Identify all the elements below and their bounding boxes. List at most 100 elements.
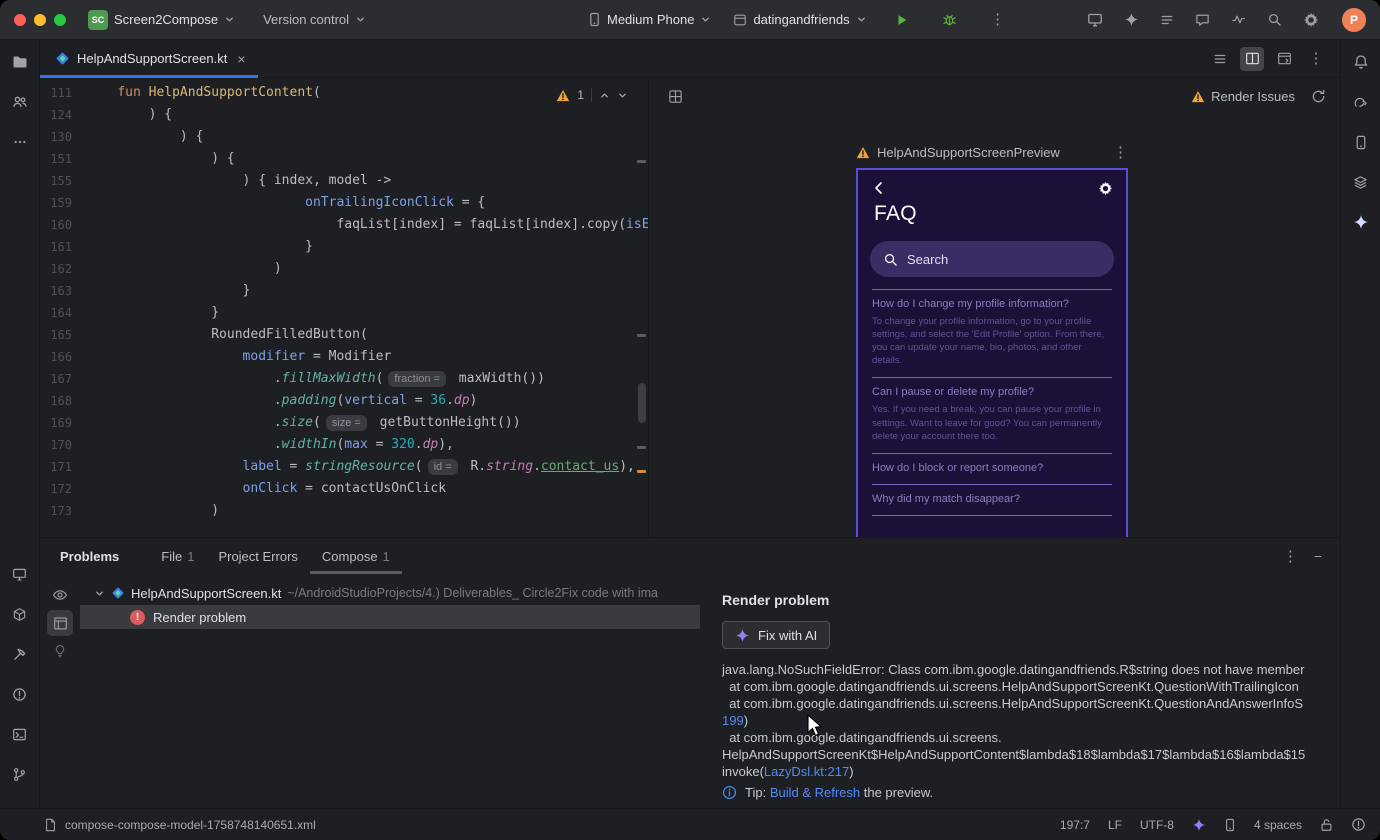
code-line[interactable]: 169 .size(size = getButtonHeight()): [40, 412, 648, 434]
hide-panel-icon[interactable]: −: [1314, 549, 1322, 563]
more-tool-windows-icon[interactable]: [6, 128, 34, 156]
chevron-down-icon[interactable]: [94, 588, 105, 599]
stack-trace-link[interactable]: LazyDsl.kt:217: [764, 764, 849, 779]
run-configuration-selector[interactable]: datingandfriends: [733, 12, 866, 27]
quick-fix-bulb-icon[interactable]: [47, 638, 73, 664]
preview-grid-icon[interactable]: [663, 84, 687, 108]
dependencies-icon[interactable]: [6, 600, 34, 628]
code-line[interactable]: 170 .widthIn(max = 320.dp),: [40, 434, 648, 456]
preview-eye-icon[interactable]: [47, 582, 73, 608]
preview-kebab-icon[interactable]: ⋮: [1113, 145, 1128, 160]
code-line[interactable]: 165 RoundedFilledButton(: [40, 324, 648, 346]
user-avatar[interactable]: P: [1342, 7, 1366, 32]
stack-trace-link[interactable]: 199: [722, 713, 744, 728]
faq-item[interactable]: How do I block or report someone?: [872, 452, 1112, 484]
line-separator[interactable]: LF: [1108, 818, 1122, 832]
settings-gear-icon[interactable]: [1098, 181, 1113, 196]
tree-problem-row[interactable]: ! Render problem: [80, 605, 700, 629]
code-editor[interactable]: 1 111 fun HelpAndSupportContent(124 ) {1…: [40, 78, 648, 537]
code-line[interactable]: 159 onTrailingIconClick = {: [40, 192, 648, 214]
file-list-icon[interactable]: [1208, 47, 1232, 71]
build-icon[interactable]: [6, 640, 34, 668]
run-button[interactable]: [889, 7, 915, 33]
tab-project-errors[interactable]: Project Errors: [206, 538, 309, 574]
code-line[interactable]: 167 .fillMaxWidth(fraction = maxWidth()): [40, 368, 648, 390]
maximize-window-button[interactable]: [54, 13, 66, 26]
more-actions-button[interactable]: ⋮: [985, 7, 1011, 33]
search-everywhere-icon[interactable]: [1267, 12, 1282, 27]
prev-problem-icon[interactable]: [599, 90, 610, 101]
gemini-star-icon[interactable]: [1347, 208, 1375, 236]
code-line[interactable]: 161 }: [40, 236, 648, 258]
running-devices-tool-icon[interactable]: [6, 560, 34, 588]
project-folder-icon[interactable]: [6, 48, 34, 76]
app-insights-icon[interactable]: [1195, 12, 1210, 27]
project-selector[interactable]: SC Screen2Compose: [88, 9, 235, 30]
users-icon[interactable]: [6, 88, 34, 116]
device-manager-icon[interactable]: [1347, 128, 1375, 156]
gradle-icon[interactable]: [1347, 88, 1375, 116]
code-line[interactable]: 163 }: [40, 280, 648, 302]
device-selector[interactable]: Medium Phone: [588, 12, 711, 27]
notifications-bell-icon[interactable]: [1347, 48, 1375, 76]
status-file-widget[interactable]: compose-compose-model-1758748140651.xml: [44, 818, 316, 832]
profiler-icon[interactable]: [1231, 12, 1246, 27]
problems-tool-icon[interactable]: [6, 680, 34, 708]
refresh-preview-icon[interactable]: [1311, 89, 1326, 104]
stripe-mark[interactable]: [637, 160, 646, 163]
code-line[interactable]: 168 .padding(vertical = 36.dp): [40, 390, 648, 412]
stripe-mark[interactable]: [637, 334, 646, 337]
tree-file-row[interactable]: HelpAndSupportScreen.kt ~/AndroidStudioP…: [80, 581, 700, 605]
code-line[interactable]: 151 ) {: [40, 148, 648, 170]
status-indicator-icon[interactable]: [1351, 817, 1366, 832]
inspection-widget[interactable]: 1: [552, 86, 632, 104]
code-line[interactable]: 130 ) {: [40, 126, 648, 148]
code-line[interactable]: 124 ) {: [40, 104, 648, 126]
settings-gear-icon[interactable]: [1303, 12, 1319, 28]
logcat-icon[interactable]: [1160, 13, 1174, 27]
close-window-button[interactable]: [14, 13, 26, 26]
editor-kebab-icon[interactable]: ⋮: [1304, 47, 1328, 71]
code-line[interactable]: 166 modifier = Modifier: [40, 346, 648, 368]
code-line[interactable]: 172 onClick = contactUsOnClick: [40, 478, 648, 500]
status-ai-sparkle-icon[interactable]: [1192, 818, 1206, 832]
faq-item[interactable]: Can I pause or delete my profile? Yes. If…: [872, 377, 1112, 452]
caret-position[interactable]: 197:7: [1060, 818, 1090, 832]
preview-card-header[interactable]: HelpAndSupportScreenPreview ⋮: [856, 140, 1128, 164]
layers-icon[interactable]: [1347, 168, 1375, 196]
fix-with-ai-button[interactable]: Fix with AI: [722, 621, 831, 649]
next-problem-icon[interactable]: [617, 90, 628, 101]
editor-scrollbar[interactable]: [638, 383, 646, 423]
search-bar[interactable]: Search: [870, 241, 1114, 277]
dock-window-icon[interactable]: [1272, 47, 1296, 71]
code-line[interactable]: 160 faqList[index] = faqList[index].copy…: [40, 214, 648, 236]
close-tab-icon[interactable]: ×: [237, 51, 245, 67]
indent-setting[interactable]: 4 spaces: [1254, 818, 1302, 832]
details-view-icon[interactable]: [47, 610, 73, 636]
minimize-window-button[interactable]: [34, 13, 46, 26]
lock-open-icon[interactable]: [1320, 818, 1333, 832]
terminal-icon[interactable]: [6, 720, 34, 748]
stripe-mark[interactable]: [637, 446, 646, 449]
code-line[interactable]: 162 ): [40, 258, 648, 280]
code-line[interactable]: 173 ): [40, 500, 648, 522]
back-arrow-icon[interactable]: [871, 180, 887, 196]
file-encoding[interactable]: UTF-8: [1140, 818, 1174, 832]
debug-button[interactable]: [937, 7, 963, 33]
code-line[interactable]: 164 }: [40, 302, 648, 324]
vcs-widget[interactable]: Version control: [263, 12, 366, 27]
render-issues-button[interactable]: Render Issues: [1191, 89, 1295, 104]
code-area[interactable]: 111 fun HelpAndSupportContent(124 ) {130…: [40, 78, 648, 522]
build-refresh-link[interactable]: Build & Refresh: [770, 785, 860, 800]
status-device-icon[interactable]: [1224, 818, 1236, 832]
tab-compose[interactable]: Compose 1: [310, 538, 402, 574]
faq-item[interactable]: Why did my match disappear?: [872, 483, 1112, 515]
split-editor-icon[interactable]: [1240, 46, 1264, 71]
running-devices-icon[interactable]: [1087, 12, 1103, 28]
faq-item[interactable]: How do I change my profile information? T…: [872, 289, 1112, 377]
panel-kebab-icon[interactable]: ⋮: [1283, 549, 1298, 564]
code-line[interactable]: 171 label = stringResource(id = R.string…: [40, 456, 648, 478]
code-line[interactable]: 155 ) { index, model ->: [40, 170, 648, 192]
warning-stripe-mark[interactable]: [637, 470, 646, 473]
git-branch-icon[interactable]: [6, 760, 34, 788]
